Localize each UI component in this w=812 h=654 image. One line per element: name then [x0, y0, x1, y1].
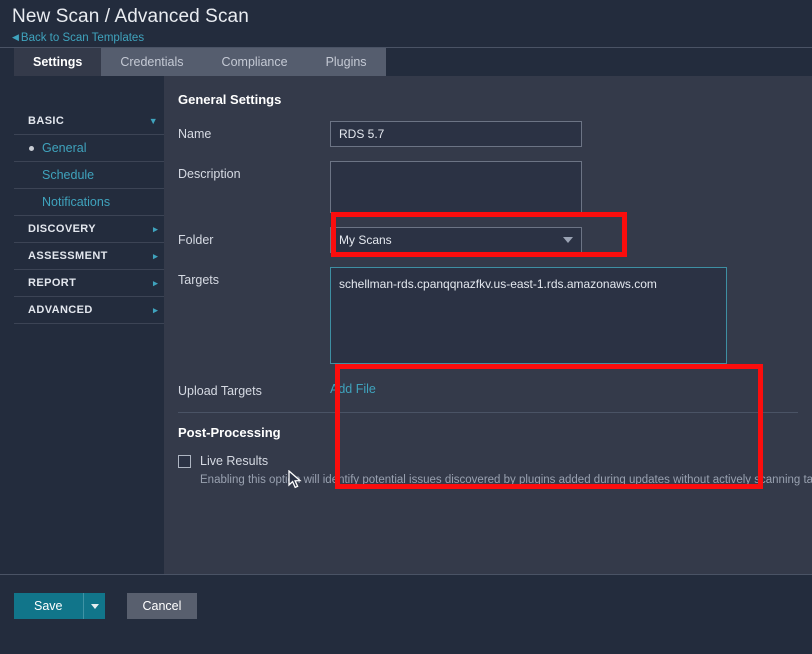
sidebar-group-assessment-label: ASSESSMENT [28, 250, 108, 262]
add-file-link[interactable]: Add File [330, 378, 376, 396]
chevron-down-icon: ▼ [149, 117, 158, 126]
tab-bar: Settings Credentials Compliance Plugins [0, 48, 812, 76]
selected-bullet-icon [29, 146, 34, 151]
targets-row: Targets [164, 267, 812, 364]
post-processing-title: Post-Processing [178, 425, 812, 440]
sidebar-group-advanced-label: ADVANCED [28, 304, 93, 316]
chevron-right-icon: ▸ [153, 306, 158, 315]
name-row: Name [164, 121, 812, 147]
sidebar-item-notifications-label: Notifications [42, 195, 110, 209]
description-textarea[interactable] [330, 161, 582, 213]
back-link-label: Back to Scan Templates [21, 32, 144, 44]
save-button[interactable]: Save [14, 593, 83, 619]
tab-credentials[interactable]: Credentials [101, 48, 202, 76]
sidebar-group-report[interactable]: REPORT ▸ [14, 270, 164, 297]
description-label: Description [164, 161, 330, 181]
sidebar-item-schedule-label: Schedule [42, 168, 94, 182]
sidebar-group-basic-label: BASIC [28, 115, 64, 127]
live-results-checkbox[interactable] [178, 455, 191, 468]
cancel-button[interactable]: Cancel [127, 593, 198, 619]
page-title: New Scan / Advanced Scan [12, 6, 812, 28]
sidebar-item-general[interactable]: General [14, 135, 164, 162]
targets-textarea[interactable] [330, 267, 727, 364]
general-settings-content: General Settings Name Description Folder… [164, 76, 812, 574]
settings-sidebar: BASIC ▼ General Schedule Notifications D… [14, 76, 164, 574]
upload-targets-row: Upload Targets Add File [164, 378, 812, 398]
chevron-right-icon: ▸ [153, 279, 158, 288]
chevron-right-icon: ▸ [153, 252, 158, 261]
sidebar-group-discovery-label: DISCOVERY [28, 223, 96, 235]
save-dropdown-button[interactable] [83, 593, 105, 619]
sidebar-item-notifications[interactable]: Notifications [14, 189, 164, 216]
sidebar-item-schedule[interactable]: Schedule [14, 162, 164, 189]
general-settings-title: General Settings [178, 92, 812, 107]
targets-label: Targets [164, 267, 330, 287]
live-results-label: Live Results [200, 454, 268, 468]
tab-plugins[interactable]: Plugins [307, 48, 386, 76]
sidebar-group-report-label: REPORT [28, 277, 76, 289]
settings-panel: BASIC ▼ General Schedule Notifications D… [0, 76, 812, 574]
sidebar-group-assessment[interactable]: ASSESSMENT ▸ [14, 243, 164, 270]
tab-compliance[interactable]: Compliance [203, 48, 307, 76]
chevron-left-icon: ◀ [12, 32, 19, 42]
upload-targets-label: Upload Targets [164, 378, 330, 398]
live-results-help-text: Enabling this option will identify poten… [200, 474, 812, 486]
folder-row: Folder My Scans [164, 227, 812, 253]
tab-settings[interactable]: Settings [14, 48, 101, 76]
sidebar-group-discovery[interactable]: DISCOVERY ▸ [14, 216, 164, 243]
action-bar: Save Cancel [0, 574, 812, 654]
live-results-row: Live Results [178, 454, 812, 468]
sidebar-group-advanced[interactable]: ADVANCED ▸ [14, 297, 164, 324]
folder-label: Folder [164, 227, 330, 247]
name-input[interactable] [330, 121, 582, 147]
name-label: Name [164, 121, 330, 141]
description-row: Description [164, 161, 812, 213]
sidebar-item-general-label: General [42, 141, 86, 155]
back-to-scan-templates-link[interactable]: ◀Back to Scan Templates [12, 32, 144, 45]
sidebar-group-basic[interactable]: BASIC ▼ [14, 108, 164, 135]
page-header: New Scan / Advanced Scan ◀Back to Scan T… [0, 0, 812, 48]
chevron-right-icon: ▸ [153, 225, 158, 234]
section-divider [178, 412, 798, 413]
folder-select[interactable]: My Scans [330, 227, 582, 253]
